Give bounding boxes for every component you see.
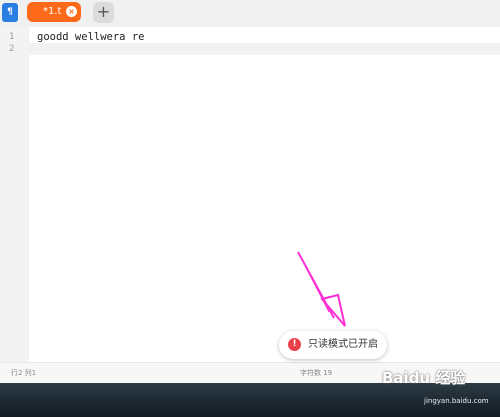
annotation-arrow-icon <box>297 251 346 327</box>
